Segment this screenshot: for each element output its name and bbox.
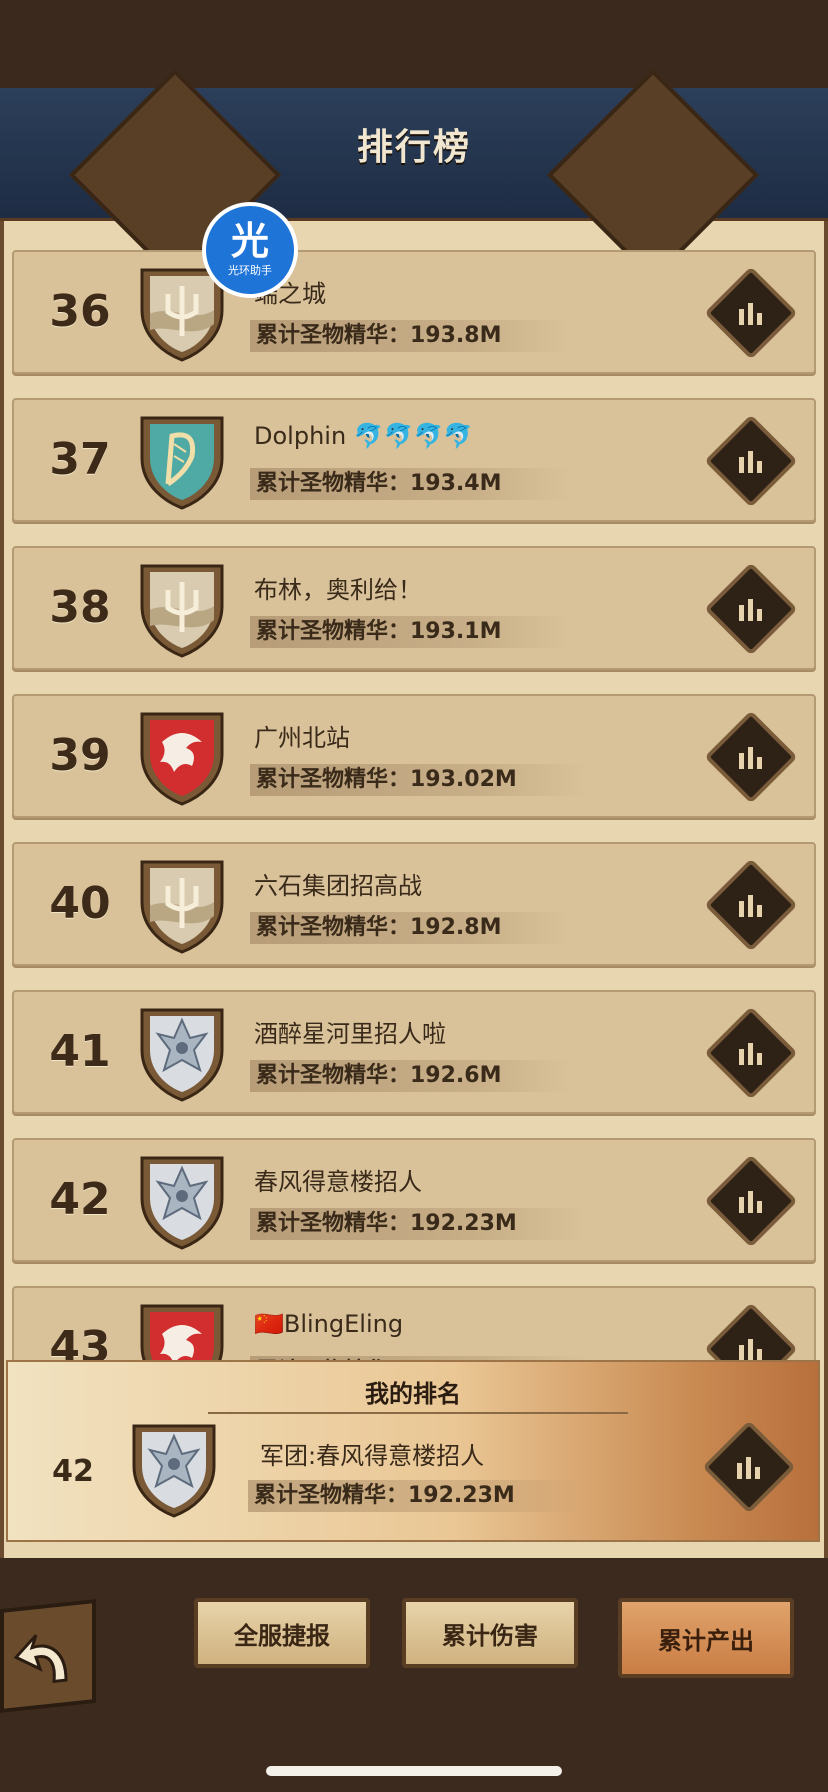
stats-button[interactable] <box>704 858 798 952</box>
guild-score: 累计圣物精华：192.8M <box>250 912 572 944</box>
tab-server-news[interactable]: 全服捷报 <box>194 1598 370 1668</box>
guild-score: 累计圣物精华：192.6M <box>250 1060 572 1092</box>
page-title: 排行榜 <box>356 127 471 168</box>
my-guild-score: 累计圣物精华：192.23M <box>248 1480 585 1512</box>
rank-number: 41 <box>49 1026 111 1077</box>
back-button[interactable] <box>0 1598 96 1714</box>
tab-total-damage[interactable]: 累计伤害 <box>402 1598 578 1668</box>
top-status-area <box>0 0 828 88</box>
my-guild-name: 军团:春风得意楼招人 <box>260 1442 485 1470</box>
guild-name: 春风得意楼招人 <box>254 1168 422 1196</box>
guild-score: 累计圣物精华：193.1M <box>250 616 572 648</box>
back-arrow-icon <box>13 1634 68 1684</box>
bar-chart-icon <box>739 303 762 325</box>
leaderboard-row[interactable]: 36 端之城 累计圣物精华：193.8M <box>12 250 816 374</box>
guild-name: 🇨🇳BlingEling <box>254 1310 404 1338</box>
my-ranking-divider <box>208 1412 628 1414</box>
guild-emblem <box>140 1008 224 1102</box>
watermark-label: 光环助手 <box>228 264 272 277</box>
guild-emblem <box>140 564 224 658</box>
bar-chart-icon <box>737 1457 760 1479</box>
stats-button[interactable] <box>704 562 798 656</box>
rank-number: 38 <box>49 582 111 633</box>
my-rank-number: 42 <box>52 1454 94 1489</box>
rank-number: 42 <box>49 1174 111 1225</box>
stats-button[interactable] <box>704 266 798 360</box>
guild-emblem <box>140 860 224 954</box>
my-stats-button[interactable] <box>702 1420 796 1514</box>
guild-name: Dolphin 🐬🐬🐬🐬 <box>254 422 474 450</box>
leaderboard-row[interactable]: 38 布林，奥利给！ 累计圣物精华：193.1M <box>12 546 816 670</box>
guild-emblem <box>140 416 224 510</box>
home-indicator[interactable] <box>266 1766 562 1776</box>
app-watermark-badge: 光 光环助手 <box>202 202 298 298</box>
guild-score: 累计圣物精华：193.8M <box>250 320 572 352</box>
leaderboard-row[interactable]: 41 酒醉星河里招人啦累计圣物精华：192.6M <box>12 990 816 1114</box>
stats-button[interactable] <box>704 1006 798 1100</box>
rank-number: 36 <box>49 286 111 337</box>
rank-number: 37 <box>49 434 111 485</box>
leaderboard-row[interactable]: 37 Dolphin 🐬🐬🐬🐬 累计圣物精华：193.4M <box>12 398 816 522</box>
tab-total-output[interactable]: 累计产出 <box>618 1598 794 1678</box>
stats-button[interactable] <box>704 414 798 508</box>
leaderboard-row[interactable]: 42 春风得意楼招人累计圣物精华：192.23M <box>12 1138 816 1262</box>
my-ranking-title: 我的排名 <box>365 1380 461 1408</box>
guild-emblem <box>140 712 224 806</box>
leaderboard-row[interactable]: 39 广州北站累计圣物精华：193.02M <box>12 694 816 818</box>
bar-chart-icon <box>739 451 762 473</box>
stats-button[interactable] <box>704 1154 798 1248</box>
bar-chart-icon <box>739 1191 762 1213</box>
leaderboard-row[interactable]: 40 六石集团招高战累计圣物精华：192.8M <box>12 842 816 966</box>
guild-emblem <box>140 1156 224 1250</box>
guild-name: 布林，奥利给！ <box>254 576 422 604</box>
guild-name: 六石集团招高战 <box>254 872 422 900</box>
my-guild-emblem <box>132 1424 216 1518</box>
bar-chart-icon <box>739 747 762 769</box>
guild-score: 累计圣物精华：193.4M <box>250 468 572 500</box>
watermark-glyph: 光 <box>230 219 269 263</box>
stats-button[interactable] <box>704 710 798 804</box>
guild-score: 累计圣物精华：193.02M <box>250 764 587 796</box>
guild-score: 累计圣物精华：192.23M <box>250 1208 587 1240</box>
rank-number: 40 <box>49 878 111 929</box>
bar-chart-icon <box>739 895 762 917</box>
bar-chart-icon <box>739 599 762 621</box>
guild-name: 广州北站 <box>254 724 350 752</box>
guild-name: 酒醉星河里招人啦 <box>254 1020 446 1048</box>
my-ranking-panel: 我的排名 42 军团:春风得意楼招人 累计圣物精华：192.23M <box>6 1360 820 1542</box>
bar-chart-icon <box>739 1043 762 1065</box>
rank-number: 39 <box>49 730 111 781</box>
